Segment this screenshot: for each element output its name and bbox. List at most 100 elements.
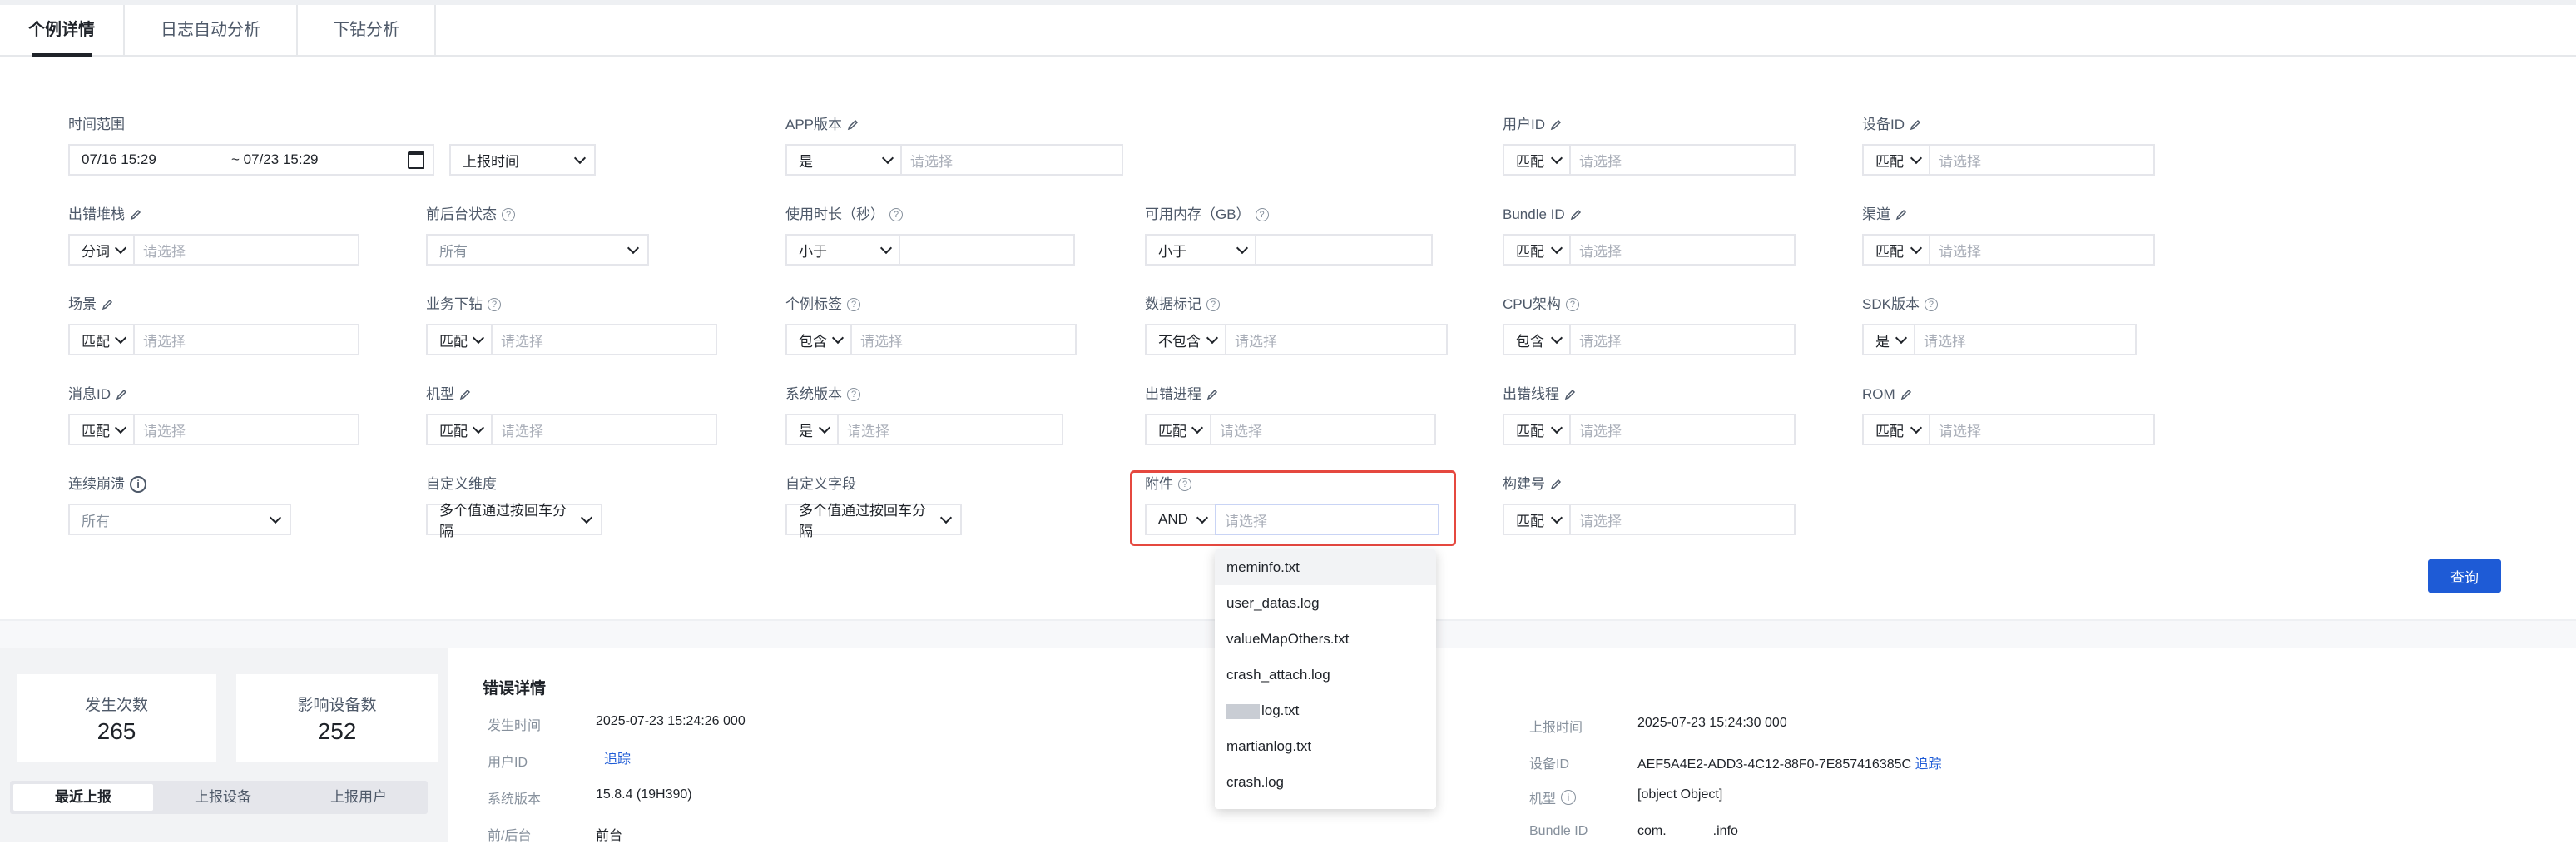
duration-input[interactable] <box>899 234 1075 266</box>
memory-op[interactable]: 小于 <box>1145 234 1255 266</box>
edit-icon[interactable] <box>1910 119 1921 131</box>
tab-log-auto-analysis[interactable]: 日志自动分析 <box>125 5 298 55</box>
fg-bg-select[interactable]: 所有 <box>426 234 649 266</box>
query-button[interactable]: 查询 <box>2428 559 2501 593</box>
help-icon[interactable]: ? <box>1924 298 1938 311</box>
info-icon[interactable]: i <box>130 476 146 493</box>
app-version-op[interactable]: 是 <box>785 144 900 176</box>
user-id-input[interactable]: 请选择 <box>1569 144 1796 176</box>
build-no-op[interactable]: 匹配 <box>1503 504 1569 535</box>
biz-drill-op[interactable]: 匹配 <box>426 324 491 355</box>
channel-op[interactable]: 匹配 <box>1862 234 1929 266</box>
help-icon[interactable]: ? <box>847 388 860 401</box>
info-icon[interactable]: i <box>1561 790 1577 805</box>
os-version-op[interactable]: 是 <box>785 414 837 445</box>
redacted-block <box>1226 703 1260 719</box>
data-mark-op[interactable]: 不包含 <box>1145 324 1225 355</box>
segment-report-users[interactable]: 上报用户 <box>293 784 424 811</box>
edit-icon[interactable] <box>130 209 141 221</box>
edit-icon[interactable] <box>1570 209 1582 221</box>
time-type-select[interactable]: 上报时间 <box>449 144 596 176</box>
rom-control: 匹配 请选择 <box>1862 414 2155 445</box>
edit-icon[interactable] <box>459 389 471 400</box>
cpu-arch-input[interactable]: 请选择 <box>1569 324 1796 355</box>
stack-op[interactable]: 分词 <box>68 234 133 266</box>
dropdown-option[interactable]: valueMapOthers.txt <box>1215 621 1436 657</box>
dropdown-option[interactable]: crash_attach.log <box>1215 657 1436 693</box>
sdk-version-input[interactable]: 请选择 <box>1914 324 2137 355</box>
process-op[interactable]: 匹配 <box>1145 414 1210 445</box>
device-id-op[interactable]: 匹配 <box>1862 144 1929 176</box>
help-icon[interactable]: ? <box>1206 298 1220 311</box>
user-id-track-link[interactable]: 追踪 <box>604 747 631 767</box>
edit-icon[interactable] <box>1550 479 1562 490</box>
memory-input[interactable] <box>1255 234 1433 266</box>
duration-control: 小于 <box>785 234 1075 266</box>
dropdown-option[interactable]: log.txt <box>1215 693 1436 728</box>
help-icon[interactable]: ? <box>502 208 515 221</box>
case-tag-input[interactable]: 请选择 <box>850 324 1077 355</box>
bundle-id-input[interactable]: 请选择 <box>1569 234 1796 266</box>
build-no-input[interactable]: 请选择 <box>1569 504 1796 535</box>
msg-id-input[interactable]: 请选择 <box>133 414 359 445</box>
user-id-op[interactable]: 匹配 <box>1503 144 1569 176</box>
dropdown-option[interactable]: user_datas.log <box>1215 585 1436 621</box>
time-range-picker[interactable]: 07/16 15:29 ~ 07/23 15:29 <box>68 144 434 176</box>
thread-op[interactable]: 匹配 <box>1503 414 1569 445</box>
segment-recent-report[interactable]: 最近上报 <box>13 784 153 811</box>
channel-input[interactable]: 请选择 <box>1929 234 2155 266</box>
edit-icon[interactable] <box>1206 389 1218 400</box>
process-input[interactable]: 请选择 <box>1210 414 1436 445</box>
app-version-input[interactable]: 请选择 <box>900 144 1123 176</box>
cpu-arch-op[interactable]: 包含 <box>1503 324 1569 355</box>
case-tag-op[interactable]: 包含 <box>785 324 850 355</box>
edit-icon[interactable] <box>1895 209 1907 221</box>
model-op[interactable]: 匹配 <box>426 414 491 445</box>
dropdown-option[interactable]: crash.log <box>1215 764 1436 800</box>
edit-icon[interactable] <box>1550 119 1562 131</box>
edit-icon[interactable] <box>1900 389 1912 400</box>
custom-field-select[interactable]: 多个值通过按回车分隔 <box>785 503 962 539</box>
help-icon[interactable]: ? <box>889 208 903 221</box>
occur-time-key: 发生时间 <box>488 719 542 733</box>
help-icon[interactable]: ? <box>1255 208 1269 221</box>
edit-icon[interactable] <box>847 119 859 131</box>
sdk-version-op[interactable]: 是 <box>1862 324 1914 355</box>
stack-input[interactable]: 请选择 <box>133 234 359 266</box>
custom-dim-select[interactable]: 多个值通过按回车分隔 <box>426 503 602 539</box>
chevron-down-icon <box>1910 151 1923 164</box>
os-version-input[interactable]: 请选择 <box>837 414 1063 445</box>
edit-icon[interactable] <box>116 389 127 400</box>
scene-op[interactable]: 匹配 <box>68 324 133 355</box>
device-id-track-link[interactable]: 追踪 <box>1915 757 1942 772</box>
duration-op[interactable]: 小于 <box>785 234 899 266</box>
model-input[interactable]: 请选择 <box>491 414 717 445</box>
dropdown-option[interactable]: martianlog.txt <box>1215 728 1436 764</box>
thread-input[interactable]: 请选择 <box>1569 414 1796 445</box>
edit-icon[interactable] <box>1564 389 1576 400</box>
time-range-start[interactable]: 07/16 15:29 <box>82 151 156 167</box>
data-mark-label: 数据标记? <box>1145 295 1220 315</box>
data-mark-input[interactable]: 请选择 <box>1225 324 1448 355</box>
tab-case-detail[interactable]: 个例详情 <box>0 5 125 57</box>
device-id-input[interactable]: 请选择 <box>1929 144 2155 176</box>
thread-label: 出错线程 <box>1503 385 1576 405</box>
rom-op[interactable]: 匹配 <box>1862 414 1929 445</box>
sdk-version-control: 是 请选择 <box>1862 324 2137 355</box>
chevron-down-icon <box>580 511 593 524</box>
time-range-end[interactable]: 07/23 15:29 <box>244 151 319 167</box>
help-icon[interactable]: ? <box>847 298 860 311</box>
scene-input[interactable]: 请选择 <box>133 324 359 355</box>
help-icon[interactable]: ? <box>1565 298 1579 311</box>
rom-input[interactable]: 请选择 <box>1929 414 2155 445</box>
tab-drilldown-analysis[interactable]: 下钻分析 <box>298 5 436 55</box>
bundle-id-op[interactable]: 匹配 <box>1503 234 1569 266</box>
scene-control: 匹配 请选择 <box>68 324 359 355</box>
edit-icon[interactable] <box>102 299 113 310</box>
consecutive-crash-select[interactable]: 所有 <box>68 504 291 535</box>
msg-id-op[interactable]: 匹配 <box>68 414 133 445</box>
help-icon[interactable]: ? <box>488 298 501 311</box>
biz-drill-input[interactable]: 请选择 <box>491 324 717 355</box>
segment-report-devices[interactable]: 上报设备 <box>156 784 290 811</box>
dropdown-option[interactable]: meminfo.txt <box>1215 549 1436 585</box>
